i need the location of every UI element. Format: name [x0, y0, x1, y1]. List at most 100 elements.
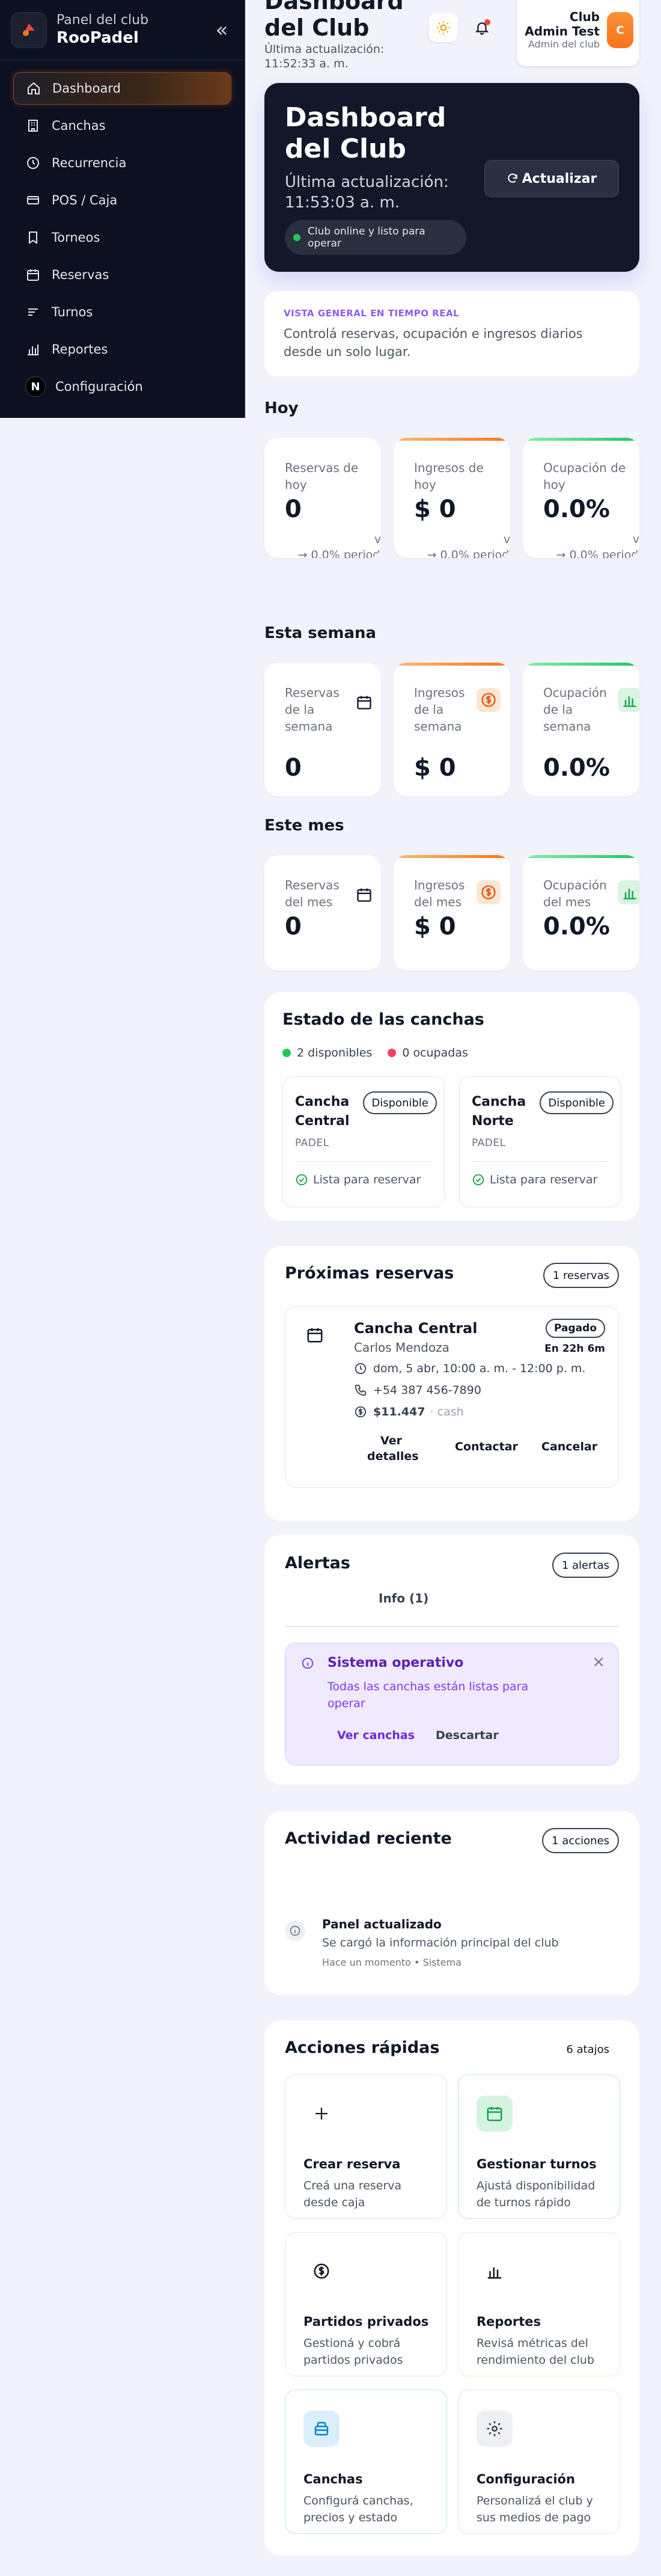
booking-phone-row: +54 387 456-7890	[354, 1384, 481, 1397]
activity-text: Se cargó la información principal del cl…	[322, 1936, 559, 1949]
kpi-label: Ocupación del mes	[543, 878, 607, 909]
dollar-icon	[303, 2253, 340, 2289]
court-card-norte[interactable]: Cancha Norte Disponible PADEL Lista para…	[459, 1076, 621, 1207]
quick-action-settings[interactable]: Configuración Personalizá el club y sus …	[458, 2390, 620, 2534]
quick-action-private-matches[interactable]: Partidos privados Gestioná y cobrá parti…	[285, 2232, 447, 2376]
cancel-button[interactable]: Cancelar	[541, 1440, 597, 1453]
quick-action-title: Partidos privados	[303, 2314, 429, 2329]
view-details-button[interactable]: Ver detalles	[367, 1433, 419, 1464]
sidebar-item-label: Recurrencia	[52, 156, 127, 170]
court-name: Cancha Central	[295, 1094, 350, 1129]
sidebar-item-reportes[interactable]: Reportes	[13, 333, 231, 366]
status-badge: Disponible	[363, 1091, 437, 1114]
bookmark-icon	[25, 230, 41, 245]
club-logo	[11, 11, 47, 48]
kpi-accent-line	[394, 855, 510, 858]
courts-status-panel: Estado de las canchas 2 disponibles 0 oc…	[264, 992, 639, 1221]
quick-action-desc: Creá una reserva desde caja	[303, 2179, 402, 2209]
kpi-label: Reservas de hoy	[285, 461, 359, 492]
quick-action-desc: Configurá canchas, precios y estado	[303, 2494, 413, 2524]
quick-action-manage-shifts[interactable]: Gestionar turnos Ajustá disponibilidad d…	[458, 2075, 620, 2219]
booking-datetime: dom, 5 abr, 10:00 a. m. - 12:00 p. m.	[373, 1362, 586, 1375]
booking-card[interactable]: Cancha Central Carlos Mendoza Pagado En …	[285, 1306, 619, 1488]
tab-info[interactable]: Info (1)	[379, 1591, 428, 1605]
gear-icon	[477, 2411, 513, 2447]
kpi-compare-pct: → 0.0%	[297, 548, 340, 558]
check-circle-icon	[472, 1174, 484, 1186]
close-icon[interactable]: ×	[592, 1653, 605, 1671]
refresh-icon	[508, 173, 517, 183]
panel-title: Estado de las canchas	[282, 1010, 484, 1029]
sidebar-item-label: Reportes	[52, 342, 108, 357]
quick-action-title: Gestionar turnos	[477, 2157, 597, 2171]
kpi-label: Ocupación de hoy	[543, 461, 626, 492]
sidebar-item-reservas[interactable]: Reservas	[13, 259, 231, 291]
hero-title: Dashboard del Club	[285, 102, 446, 164]
kpi-compare-text: periodo anterior	[602, 548, 639, 558]
kpi-card-reservas-hoy: Reservas de hoy 0 vs → 0.0% periodo ante…	[264, 438, 381, 558]
sidebar-item-recurrencia[interactable]: Recurrencia	[13, 147, 231, 179]
clock-icon	[355, 1363, 367, 1375]
quick-action-title: Configuración	[477, 2472, 575, 2486]
court-type: PADEL	[295, 1137, 329, 1149]
info-icon	[301, 1657, 314, 1672]
kpi-compare-text: periodo anterior	[343, 548, 381, 558]
sidebar-item-dashboard[interactable]: Dashboard	[13, 72, 231, 105]
divider	[472, 1161, 609, 1162]
view-courts-button[interactable]: Ver canchas	[337, 1729, 415, 1742]
calendar-icon	[25, 267, 41, 283]
sidebar-item-turnos[interactable]: Turnos	[13, 296, 231, 328]
recent-activity-panel: Actividad reciente 1 acciones Panel actu…	[264, 1811, 639, 1995]
status-text: Club online y listo para operar	[308, 225, 425, 250]
credit-card-icon	[25, 192, 41, 208]
collapse-sidebar-icon[interactable]: «	[210, 18, 234, 42]
kpi-value: 0.0%	[543, 913, 610, 940]
court-card-central[interactable]: Cancha Central Disponible PADEL Lista pa…	[282, 1076, 445, 1207]
sidebar-item-label: Dashboard	[52, 81, 121, 96]
quick-action-title: Reportes	[477, 2314, 541, 2329]
sidebar: Panel del club RooPadel « Dashboard Canc…	[0, 0, 245, 418]
home-icon	[26, 81, 41, 96]
alert-title: Sistema operativo	[327, 1655, 464, 1670]
calendar-icon	[477, 2096, 513, 2132]
panel-title: Próximas reservas	[285, 1264, 454, 1283]
panel-title: Actividad reciente	[285, 1829, 452, 1848]
building-icon	[25, 118, 41, 133]
top-bar: Dashboard del Club Última actualización:…	[264, 0, 639, 78]
court-name: Cancha Norte	[472, 1094, 526, 1129]
refresh-button[interactable]: Actualizar	[484, 160, 619, 197]
calendar-icon	[352, 690, 376, 714]
dollar-icon	[477, 688, 501, 712]
contact-button[interactable]: Contactar	[455, 1440, 518, 1453]
user-menu[interactable]: Club Admin Test Admin del club C	[517, 0, 639, 66]
quick-action-desc: Ajustá disponibilidad de turnos rápido	[477, 2179, 596, 2209]
kpi-accent-line	[523, 663, 639, 666]
panel-title: Acciones rápidas	[285, 2038, 440, 2057]
dismiss-button[interactable]: Descartar	[436, 1729, 499, 1742]
user-name: Club Admin Test	[525, 10, 600, 38]
kpi-label: Ocupación de la semana	[543, 685, 607, 734]
quick-actions-panel: Acciones rápidas 6 atajos Crear reserva …	[264, 2020, 639, 2556]
sidebar-item-label: Torneos	[52, 230, 100, 245]
sidebar-subtitle: Panel del club	[56, 13, 149, 28]
sidebar-item-label: POS / Caja	[52, 193, 118, 207]
main-content: Dashboard del Club Última actualización:…	[264, 0, 639, 2556]
sidebar-item-torneos[interactable]: Torneos	[13, 221, 231, 254]
booking-phone: +54 387 456-7890	[373, 1384, 481, 1397]
sidebar-item-pos[interactable]: POS / Caja	[13, 184, 231, 216]
sidebar-item-label: Turnos	[52, 305, 93, 319]
notifications-button[interactable]	[468, 13, 496, 42]
theme-toggle-button[interactable]	[429, 13, 458, 42]
kpi-label: Ingresos de la semana	[414, 685, 465, 734]
divider	[295, 1161, 432, 1162]
quick-action-create-booking[interactable]: Crear reserva Creá una reserva desde caj…	[285, 2075, 447, 2219]
quick-action-courts[interactable]: Canchas Configurá canchas, precios y est…	[285, 2390, 447, 2534]
kpi-card-ocupacion-mes: Ocupación del mes 0.0%	[523, 855, 639, 971]
user-role: Admin del club	[528, 38, 600, 50]
available-dot-icon	[282, 1049, 291, 1057]
courts-summary: 2 disponibles 0 ocupadas	[282, 1046, 468, 1060]
sidebar-item-configuracion[interactable]: N Configuración	[13, 370, 231, 403]
quick-action-reports[interactable]: Reportes Revisá métricas del rendimiento…	[458, 2232, 620, 2376]
sidebar-item-canchas[interactable]: Canchas	[13, 109, 231, 142]
court-ready: Lista para reservar	[472, 1173, 597, 1186]
